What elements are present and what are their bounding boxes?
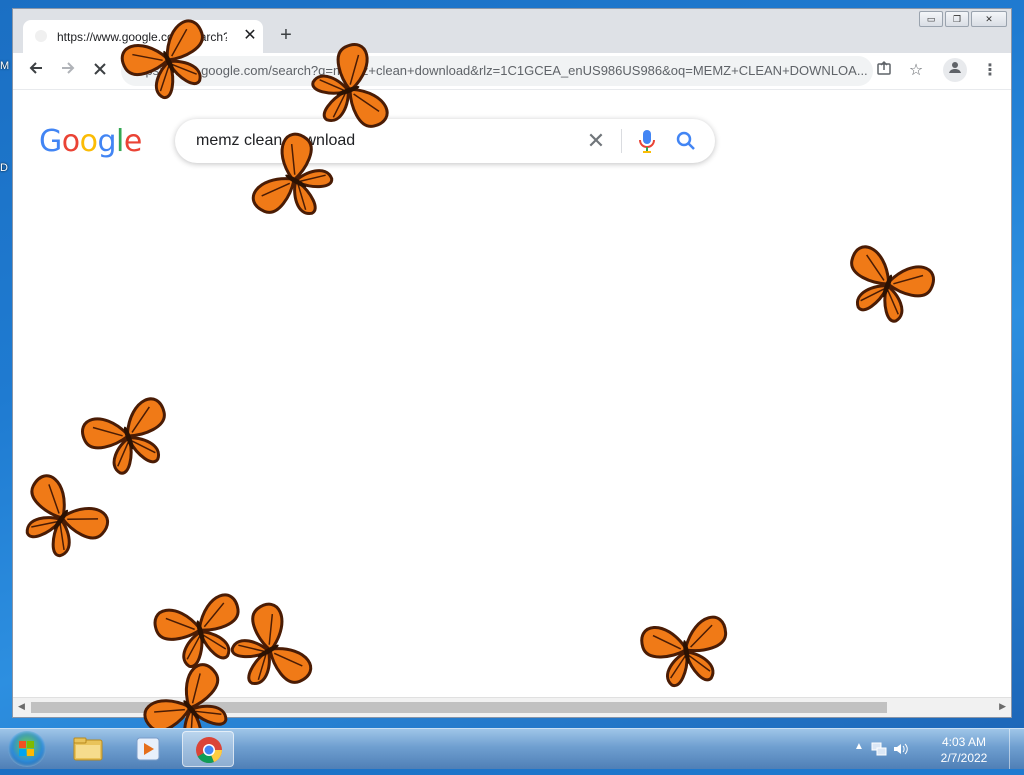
clock-date: 2/7/2022 <box>940 751 988 765</box>
address-bar[interactable]: https://www.google.com/search?q=memz+cle… <box>121 56 873 86</box>
system-tray: ▲ 4:03 AM 2/7/2022 <box>844 729 1024 769</box>
logo-letter: o <box>61 124 80 159</box>
show-desktop-button[interactable] <box>1009 729 1024 769</box>
show-hidden-icons-icon[interactable]: ▲ <box>854 741 864 752</box>
clock[interactable]: 4:03 AM 2/7/2022 <box>934 734 994 766</box>
taskbar: ▲ 4:03 AM 2/7/2022 <box>0 728 1024 769</box>
scroll-right-icon[interactable]: ▶ <box>999 701 1006 712</box>
new-tab-button[interactable]: + <box>275 24 297 46</box>
media-player-icon <box>136 737 160 761</box>
butterfly-icon <box>630 602 742 698</box>
network-icon[interactable] <box>870 740 888 758</box>
logo-letter: o <box>79 124 98 159</box>
profile-avatar-icon[interactable] <box>943 58 967 82</box>
address-url[interactable]: https://www.google.com/search?q=memz+cle… <box>131 63 871 78</box>
bookmark-star-icon[interactable]: ☆ <box>905 60 927 82</box>
logo-letter: G <box>39 124 62 159</box>
taskbar-media-player[interactable] <box>122 731 174 767</box>
google-logo[interactable]: Google <box>39 124 142 159</box>
stop-loading-button[interactable] <box>87 59 113 83</box>
back-arrow-icon <box>29 62 42 74</box>
menu-kebab-icon[interactable]: ⋮ <box>979 60 1001 82</box>
maximize-button[interactable]: ❐ <box>945 11 969 27</box>
logo-letter: l <box>116 124 124 159</box>
windows-logo-icon <box>19 741 34 756</box>
favicon-icon <box>35 30 47 42</box>
logo-letter: g <box>97 124 117 159</box>
start-button[interactable] <box>8 731 46 767</box>
search-divider <box>621 129 622 153</box>
search-box[interactable]: memz clean download ✕ <box>175 119 715 163</box>
search-magnifier-icon[interactable] <box>673 128 699 154</box>
microphone-icon[interactable] <box>635 128 659 154</box>
forward-arrow-icon <box>62 62 75 74</box>
minimize-button[interactable]: ▭ <box>919 11 943 27</box>
share-icon[interactable] <box>873 60 895 82</box>
back-button[interactable] <box>23 59 49 83</box>
taskbar-chrome[interactable] <box>182 731 234 767</box>
stop-icon <box>94 63 106 75</box>
logo-letter: e <box>123 124 142 159</box>
folder-icon <box>73 737 103 761</box>
forward-button[interactable] <box>55 59 81 83</box>
volume-icon[interactable] <box>892 740 910 758</box>
scroll-left-icon[interactable]: ◀ <box>18 701 25 712</box>
taskbar-explorer[interactable] <box>62 731 114 767</box>
clear-search-icon[interactable]: ✕ <box>584 129 608 153</box>
desktop-icon-label: D <box>0 162 8 174</box>
chrome-icon <box>196 737 222 764</box>
close-window-button[interactable]: ✕ <box>971 11 1007 27</box>
window-controls: ▭ ❐ ✕ <box>919 11 1007 27</box>
close-icon[interactable]: ✕ <box>240 26 260 46</box>
desktop-icon-label: M <box>0 60 10 72</box>
clock-time: 4:03 AM <box>941 735 987 749</box>
